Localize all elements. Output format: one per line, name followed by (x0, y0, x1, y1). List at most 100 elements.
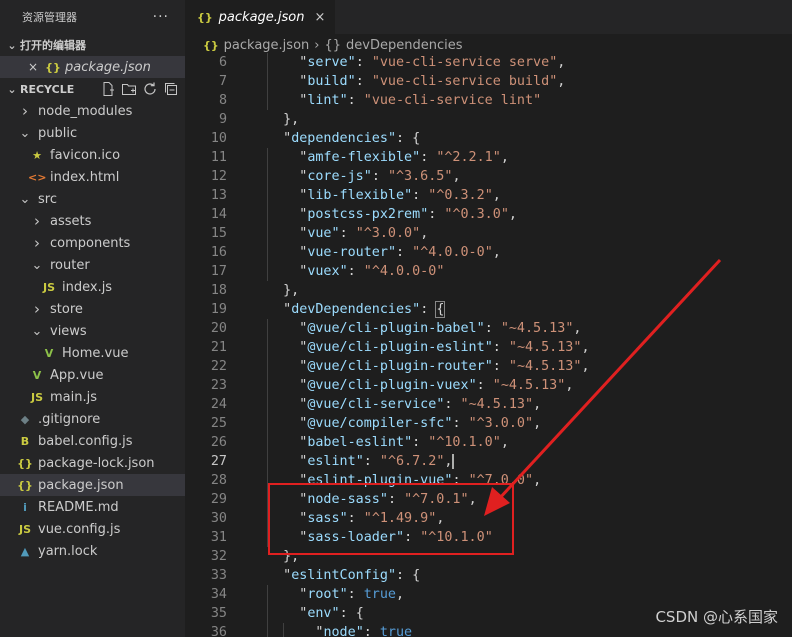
code-line[interactable]: 30 "sass": "^1.49.9", (185, 509, 792, 528)
tree-folder[interactable]: ⌄ public (0, 122, 185, 144)
indent-guide (267, 205, 268, 224)
tree-folder[interactable]: › node_modules (0, 100, 185, 122)
chevron-down-icon: ⌄ (31, 257, 43, 273)
close-tab-icon[interactable]: × (315, 10, 326, 25)
code-line[interactable]: 17 "vuex": "^4.0.0-0" (185, 262, 792, 281)
code-text: "dependencies": { (283, 131, 421, 146)
tree-folder[interactable]: › components (0, 232, 185, 254)
tree-file[interactable]: V App.vue (0, 364, 185, 386)
json-key: amfe-flexible (307, 150, 413, 165)
json-string-value: ^2.2.1 (444, 150, 493, 165)
tree-item-label: README.md (38, 499, 119, 515)
tree-file[interactable]: {} package.json (0, 474, 185, 496)
breadcrumb-symbol[interactable]: devDependencies (346, 38, 462, 53)
json-key: eslintConfig (291, 568, 388, 583)
code-line[interactable]: 7 "build": "vue-cli-service build", (185, 72, 792, 91)
tree-item-label: assets (50, 213, 92, 229)
line-number: 10 (210, 131, 227, 146)
json-key: @vue/cli-plugin-router (307, 359, 485, 374)
tab-label: package.json (218, 9, 305, 25)
tree-item-label: package-lock.json (38, 455, 155, 471)
code-line[interactable]: 20 "@vue/cli-plugin-babel": "~4.5.13", (185, 319, 792, 338)
explorer-sidebar: 资源管理器 ··· ⌄ 打开的编辑器 × {} package.json ⌄ R… (0, 0, 185, 637)
open-editor-item[interactable]: × {} package.json (0, 56, 185, 78)
tree-file[interactable]: V Home.vue (0, 342, 185, 364)
code-line[interactable]: 27 "eslint": "^6.7.2", (185, 452, 792, 471)
code-line[interactable]: 32 }, (185, 547, 792, 566)
tree-folder[interactable]: ⌄ views (0, 320, 185, 342)
code-line[interactable]: 23 "@vue/cli-plugin-vuex": "~4.5.13", (185, 376, 792, 395)
code-line[interactable]: 33 "eslintConfig": { (185, 566, 792, 585)
line-number: 27 (210, 454, 227, 469)
json-key: build (307, 74, 348, 89)
tree-folder[interactable]: ⌄ src (0, 188, 185, 210)
file-type-icon: V (32, 368, 42, 382)
code-line[interactable]: 26 "babel-eslint": "^10.1.0", (185, 433, 792, 452)
code-text: "@vue/cli-plugin-babel": "~4.5.13", (227, 319, 581, 338)
code-line[interactable]: 8 "lint": "vue-cli-service lint" (185, 91, 792, 110)
code-line[interactable]: 14 "postcss-px2rem": "^0.3.0", (185, 205, 792, 224)
tree-file[interactable]: JS main.js (0, 386, 185, 408)
code-editor[interactable]: 6 "serve": "vue-cli-service serve", 7 "bu… (185, 53, 792, 637)
code-line[interactable]: 29 "node-sass": "^7.0.1", (185, 490, 792, 509)
tree-item-label: main.js (50, 389, 97, 405)
tree-folder[interactable]: › assets (0, 210, 185, 232)
json-string-value: ^0.3.2 (436, 188, 485, 203)
tree-file[interactable]: <> index.html (0, 166, 185, 188)
indent-guide (267, 623, 268, 637)
code-line[interactable]: 9 }, (185, 110, 792, 129)
code-line[interactable]: 22 "@vue/cli-plugin-router": "~4.5.13", (185, 357, 792, 376)
code-line[interactable]: 21 "@vue/cli-plugin-eslint": "~4.5.13", (185, 338, 792, 357)
tab-bar: {} package.json × (185, 0, 792, 34)
code-text: "core-js": "^3.6.5", (227, 167, 461, 186)
breadcrumb-file[interactable]: package.json (224, 38, 310, 53)
new-file-icon[interactable] (100, 81, 116, 97)
more-actions-icon[interactable]: ··· (153, 9, 169, 25)
indent-guide (267, 604, 268, 623)
code-line[interactable]: 12 "core-js": "^3.6.5", (185, 167, 792, 186)
line-number: 19 (210, 302, 227, 317)
code-line[interactable]: 19 "devDependencies": { (185, 300, 792, 319)
tab-package-json[interactable]: {} package.json × (185, 0, 336, 34)
code-text: "sass-loader": "^10.1.0" (227, 528, 493, 547)
code-line[interactable]: 24 "@vue/cli-service": "~4.5.13", (185, 395, 792, 414)
tree-file[interactable]: ◆ .gitignore (0, 408, 185, 430)
code-line[interactable]: 15 "vue": "^3.0.0", (185, 224, 792, 243)
refresh-icon[interactable] (142, 81, 158, 97)
code-line[interactable]: 13 "lib-flexible": "^0.3.2", (185, 186, 792, 205)
line-number: 6 (218, 55, 227, 70)
tree-file[interactable]: ★ favicon.ico (0, 144, 185, 166)
indent-guide (267, 433, 268, 452)
code-line[interactable]: 11 "amfe-flexible": "^2.2.1", (185, 148, 792, 167)
code-line[interactable]: 18 }, (185, 281, 792, 300)
object-symbol-icon: {} (324, 37, 342, 53)
tree-folder[interactable]: ⌄ router (0, 254, 185, 276)
new-folder-icon[interactable] (121, 81, 137, 97)
code-line[interactable]: 16 "vue-router": "^4.0.0-0", (185, 243, 792, 262)
project-section[interactable]: ⌄ RECYCLE (0, 78, 185, 100)
open-editors-section[interactable]: ⌄ 打开的编辑器 (0, 34, 185, 56)
chevron-down-icon: ⌄ (31, 323, 43, 339)
tree-file[interactable]: i README.md (0, 496, 185, 518)
tree-file[interactable]: ▲ yarn.lock (0, 540, 185, 562)
line-number: 13 (210, 188, 227, 203)
collapse-all-icon[interactable] (163, 81, 179, 97)
open-brace: { (355, 606, 364, 621)
code-line[interactable]: 34 "root": true, (185, 585, 792, 604)
code-line[interactable]: 6 "serve": "vue-cli-service serve", (185, 53, 792, 72)
indent-guide (267, 91, 268, 110)
tree-file[interactable]: JS index.js (0, 276, 185, 298)
tree-folder[interactable]: › store (0, 298, 185, 320)
tree-file[interactable]: JS vue.config.js (0, 518, 185, 540)
code-line[interactable]: 25 "@vue/compiler-sfc": "^3.0.0", (185, 414, 792, 433)
code-line[interactable]: 31 "sass-loader": "^10.1.0" (185, 528, 792, 547)
json-string-value: ^10.1.0 (436, 435, 493, 450)
line-number: 29 (210, 492, 227, 507)
code-line[interactable]: 10 "dependencies": { (185, 129, 792, 148)
json-key: eslint-plugin-vue (307, 473, 445, 488)
json-string-value: ~4.5.13 (516, 340, 574, 355)
close-editor-icon[interactable]: × (28, 60, 44, 74)
tree-file[interactable]: {} package-lock.json (0, 452, 185, 474)
code-line[interactable]: 28 "eslint-plugin-vue": "^7.0.0", (185, 471, 792, 490)
tree-file[interactable]: Bbabel.config.js (0, 430, 185, 452)
